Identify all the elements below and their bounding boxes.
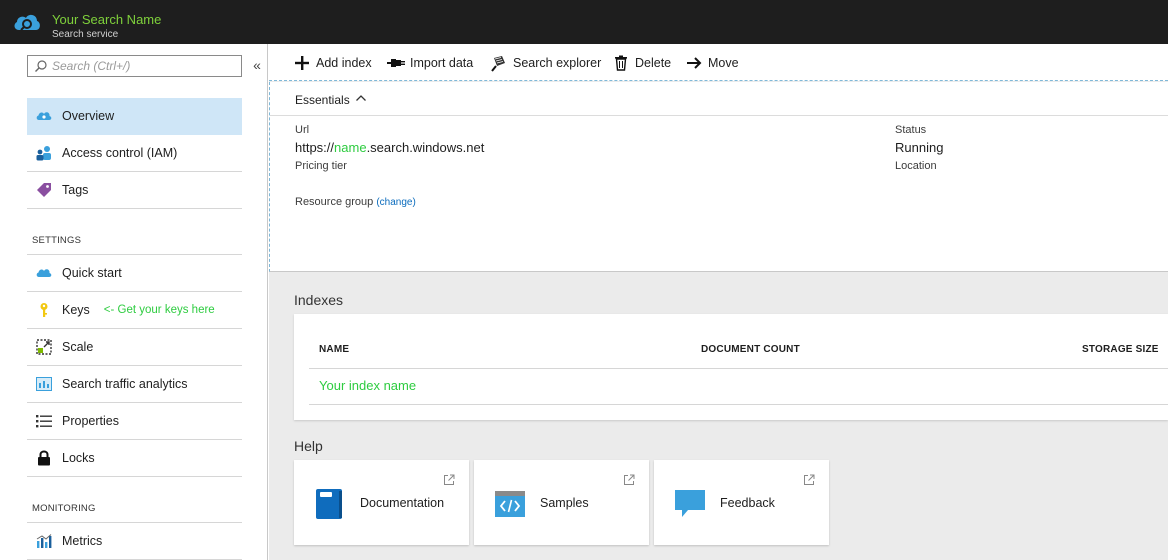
trash-icon	[612, 54, 630, 72]
url-name: name	[334, 140, 367, 155]
code-icon	[495, 491, 525, 517]
speech-bubble-icon	[675, 490, 705, 517]
sidebar-item-label: Search traffic analytics	[62, 377, 188, 391]
url-suffix: .search.windows.net	[366, 140, 485, 155]
row-divider	[309, 404, 1168, 405]
collapse-sidebar-button[interactable]: «	[250, 56, 264, 74]
metrics-icon	[35, 532, 53, 550]
sidebar: « Overview Access control (IAM) Tags SET…	[0, 44, 268, 560]
sidebar-item-locks[interactable]: Locks	[27, 440, 242, 477]
sidebar-search-box[interactable]	[27, 55, 242, 77]
url-prefix: https://	[295, 140, 335, 155]
cloud-quickstart-icon	[35, 264, 53, 282]
column-header-storage-size[interactable]: STORAGE SIZE	[1082, 344, 1159, 355]
cloud-overview-icon	[35, 107, 53, 125]
search-explorer-button[interactable]: Search explorer	[490, 53, 601, 73]
resource-group-row: Resource group (change)	[295, 196, 416, 208]
sidebar-item-metrics[interactable]: Metrics	[27, 523, 242, 560]
sidebar-item-label: Keys	[62, 303, 90, 317]
column-header-document-count[interactable]: DOCUMENT COUNT	[701, 344, 800, 355]
resource-group-label: Resource group	[295, 196, 374, 208]
sidebar-item-label: Overview	[62, 109, 115, 123]
scale-icon	[35, 338, 53, 356]
people-icon	[35, 144, 53, 162]
sidebar-item-scale[interactable]: Scale	[27, 329, 242, 366]
lock-icon	[35, 449, 53, 467]
external-link-icon	[804, 474, 815, 485]
command-toolbar: Add index Import data Search explorer De…	[269, 44, 1168, 81]
list-icon	[35, 412, 53, 430]
search-service-cloud-icon	[14, 14, 40, 31]
chevron-up-icon[interactable]	[355, 92, 367, 104]
location-label: Location	[895, 160, 937, 172]
index-row-name-link[interactable]: Your index name	[319, 378, 416, 393]
help-card-label: Feedback	[720, 496, 775, 510]
monitoring-section-label: MONITORING	[32, 503, 96, 514]
search-explorer-label: Search explorer	[513, 56, 602, 70]
arrow-right-icon	[685, 54, 703, 72]
tag-icon	[35, 181, 53, 199]
sidebar-item-label: Metrics	[62, 534, 103, 548]
analytics-icon	[35, 375, 53, 393]
change-resource-group-link[interactable]: (change)	[376, 197, 415, 208]
sidebar-item-keys[interactable]: Keys <- Get your keys here	[27, 292, 242, 329]
import-data-button[interactable]: Import data	[387, 53, 473, 73]
help-section-title: Help	[294, 438, 323, 454]
service-subtitle: Search service	[52, 29, 119, 40]
search-icon	[35, 60, 47, 72]
essentials-label: Essentials	[295, 93, 350, 107]
plug-icon	[387, 54, 405, 72]
help-card-feedback[interactable]: Feedback	[654, 460, 829, 545]
settings-section-label: SETTINGS	[32, 235, 82, 246]
header-divider	[309, 368, 1168, 369]
sidebar-item-label: Tags	[62, 183, 89, 197]
sidebar-item-quick-start[interactable]: Quick start	[27, 255, 242, 292]
external-link-icon	[624, 474, 635, 485]
help-card-label: Documentation	[360, 496, 445, 510]
sidebar-item-label: Scale	[62, 340, 94, 354]
add-index-label: Add index	[316, 56, 372, 70]
top-header: Your Search Name Search service	[0, 0, 1168, 44]
status-value: Running	[895, 140, 944, 155]
help-card-label: Samples	[540, 496, 589, 510]
help-card-samples[interactable]: Samples	[474, 460, 649, 545]
essentials-panel: Essentials Url https://name.search.windo…	[269, 82, 1168, 272]
add-index-button[interactable]: Add index	[293, 53, 372, 73]
sidebar-item-properties[interactable]: Properties	[27, 403, 242, 440]
indexes-table: NAME DOCUMENT COUNT STORAGE SIZE Your in…	[294, 314, 1168, 420]
external-link-icon	[444, 474, 455, 485]
indexes-section-title: Indexes	[294, 292, 344, 308]
delete-label: Delete	[635, 56, 672, 70]
move-label: Move	[708, 56, 739, 70]
url-label: Url	[295, 124, 310, 136]
import-data-label: Import data	[410, 56, 474, 70]
sidebar-item-label: Access control (IAM)	[62, 146, 178, 160]
sidebar-item-overview[interactable]: Overview	[27, 98, 242, 135]
key-icon	[35, 301, 53, 319]
main-content: Add index Import data Search explorer De…	[269, 44, 1168, 560]
column-header-name[interactable]: NAME	[319, 344, 349, 355]
sidebar-item-tags[interactable]: Tags	[27, 172, 242, 209]
sidebar-search-input[interactable]	[52, 57, 237, 75]
move-button[interactable]: Move	[685, 53, 739, 73]
help-card-documentation[interactable]: Documentation	[294, 460, 469, 545]
essentials-header[interactable]: Essentials	[270, 82, 1168, 116]
service-title: Your Search Name	[52, 12, 162, 27]
status-label: Status	[895, 124, 927, 136]
sidebar-item-label: Locks	[62, 451, 95, 465]
sidebar-item-label: Properties	[62, 414, 119, 428]
keys-hint-text: <- Get your keys here	[103, 304, 215, 316]
pricing-tier-label: Pricing tier	[295, 160, 347, 172]
sidebar-item-label: Quick start	[62, 266, 122, 280]
url-value[interactable]: https://name.search.windows.net	[295, 140, 484, 155]
plus-icon	[293, 54, 311, 72]
book-icon	[316, 489, 342, 519]
sidebar-item-search-traffic-analytics[interactable]: Search traffic analytics	[27, 366, 242, 403]
search-explorer-icon	[490, 54, 508, 72]
delete-button[interactable]: Delete	[612, 53, 671, 73]
sidebar-item-access-control[interactable]: Access control (IAM)	[27, 135, 242, 172]
